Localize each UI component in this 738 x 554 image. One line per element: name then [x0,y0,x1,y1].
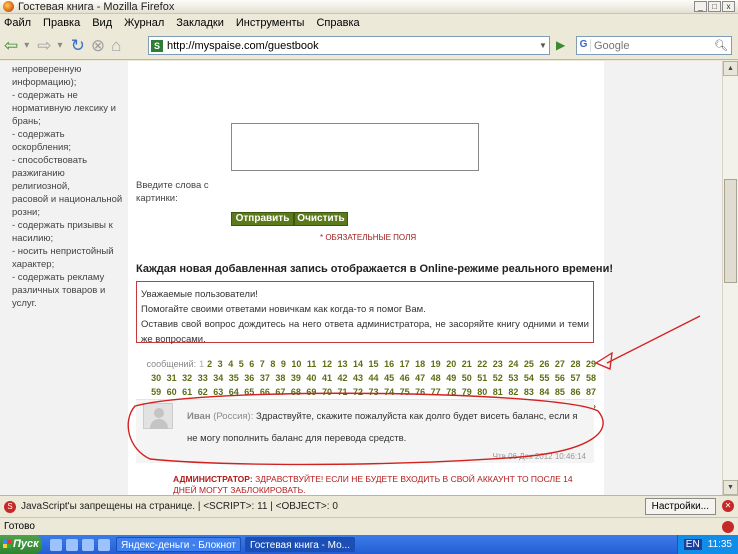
menu-history[interactable]: Журнал [124,17,164,29]
page-viewport: непроверенную информацию); - содержать не н… [0,61,722,495]
red-annotation-overlay [127,315,701,466]
quicklaunch-firefox-icon[interactable] [66,538,78,551]
minimize-button[interactable]: _ [694,1,707,12]
home-icon[interactable]: ⌂ [111,36,121,56]
noscript-bar: S JavaScript'ы запрещены на странице. | … [0,495,738,517]
menu-tools[interactable]: Инструменты [236,17,305,29]
go-arrow-icon[interactable]: ▶ [556,38,565,52]
maximize-button[interactable]: □ [708,1,721,12]
google-engine-icon[interactable]: G [577,39,591,52]
menu-view[interactable]: Вид [92,17,112,29]
site-favicon-icon: S [151,39,163,52]
forward-arrow-icon[interactable]: ⇨ [37,36,51,56]
vertical-scrollbar[interactable]: ▲ ▼ [722,61,738,495]
language-indicator[interactable]: EN [683,539,702,550]
scroll-up-arrow-icon[interactable]: ▲ [723,61,738,76]
menu-bar: Файл Правка Вид Журнал Закладки Инструме… [0,14,738,32]
url-input[interactable] [167,39,527,52]
window-controls: _ □ x [694,1,735,12]
stop-icon[interactable]: ⊗ [91,36,105,56]
search-bar[interactable]: G 🔍︎ [576,36,732,55]
back-arrow-icon[interactable]: ⇦ [4,36,18,56]
noscript-status-icon[interactable] [722,521,734,533]
address-bar[interactable]: S ▼ [148,36,550,55]
window-title: Гостевая книга - Mozilla Firefox [18,0,175,13]
status-bar: Готово [0,517,738,535]
menu-file[interactable]: Файл [4,17,31,29]
close-button[interactable]: x [722,1,735,12]
url-dropdown-icon[interactable]: ▼ [537,41,549,50]
close-bar-icon[interactable]: ✕ [722,500,734,512]
menu-help[interactable]: Справка [316,17,359,29]
menu-edit[interactable]: Правка [43,17,80,29]
forward-history-dropdown-icon[interactable]: ▾ [58,36,63,56]
reload-icon[interactable]: ↻ [71,36,85,56]
windows-taskbar: Пуск Яндекс-деньги - Блокнот Гостевая кн… [0,535,738,554]
noscript-icon: S [4,500,16,513]
taskbar-item-notepad[interactable]: Яндекс-деньги - Блокнот [116,537,241,552]
system-tray: EN 11:35 [676,535,738,554]
quicklaunch-media-icon[interactable] [82,538,94,551]
settings-button[interactable]: Настройки... [644,498,716,515]
quick-launch [50,538,110,551]
search-magnifier-icon[interactable]: 🔍︎ [714,39,728,52]
menu-bookmarks[interactable]: Закладки [176,17,224,29]
scrollbar-thumb[interactable] [724,179,737,283]
scroll-down-arrow-icon[interactable]: ▼ [723,480,738,495]
quicklaunch-desktop-icon[interactable] [98,538,110,551]
search-input[interactable] [594,39,709,52]
taskbar-item-firefox[interactable]: Гостевая книга - Мо... [245,537,355,552]
window-titlebar[interactable]: Гостевая книга - Mozilla Firefox _ □ x [0,0,738,14]
firefox-icon [3,1,14,12]
annotation-arrow-line [606,315,701,364]
noscript-message: JavaScript'ы запрещены на странице. | <S… [21,501,338,512]
start-button[interactable]: Пуск [0,535,42,554]
annotation-ellipse [127,392,604,466]
clock: 11:35 [707,539,732,550]
back-history-dropdown-icon[interactable]: ▾ [24,36,29,56]
navigation-toolbar: ⇦ ▾ ⇨ ▾ ↻ ⊗ ⌂ S ▼ ▶ G 🔍︎ [0,32,738,60]
quicklaunch-browser-icon[interactable] [50,538,62,551]
status-text: Готово [4,521,35,532]
